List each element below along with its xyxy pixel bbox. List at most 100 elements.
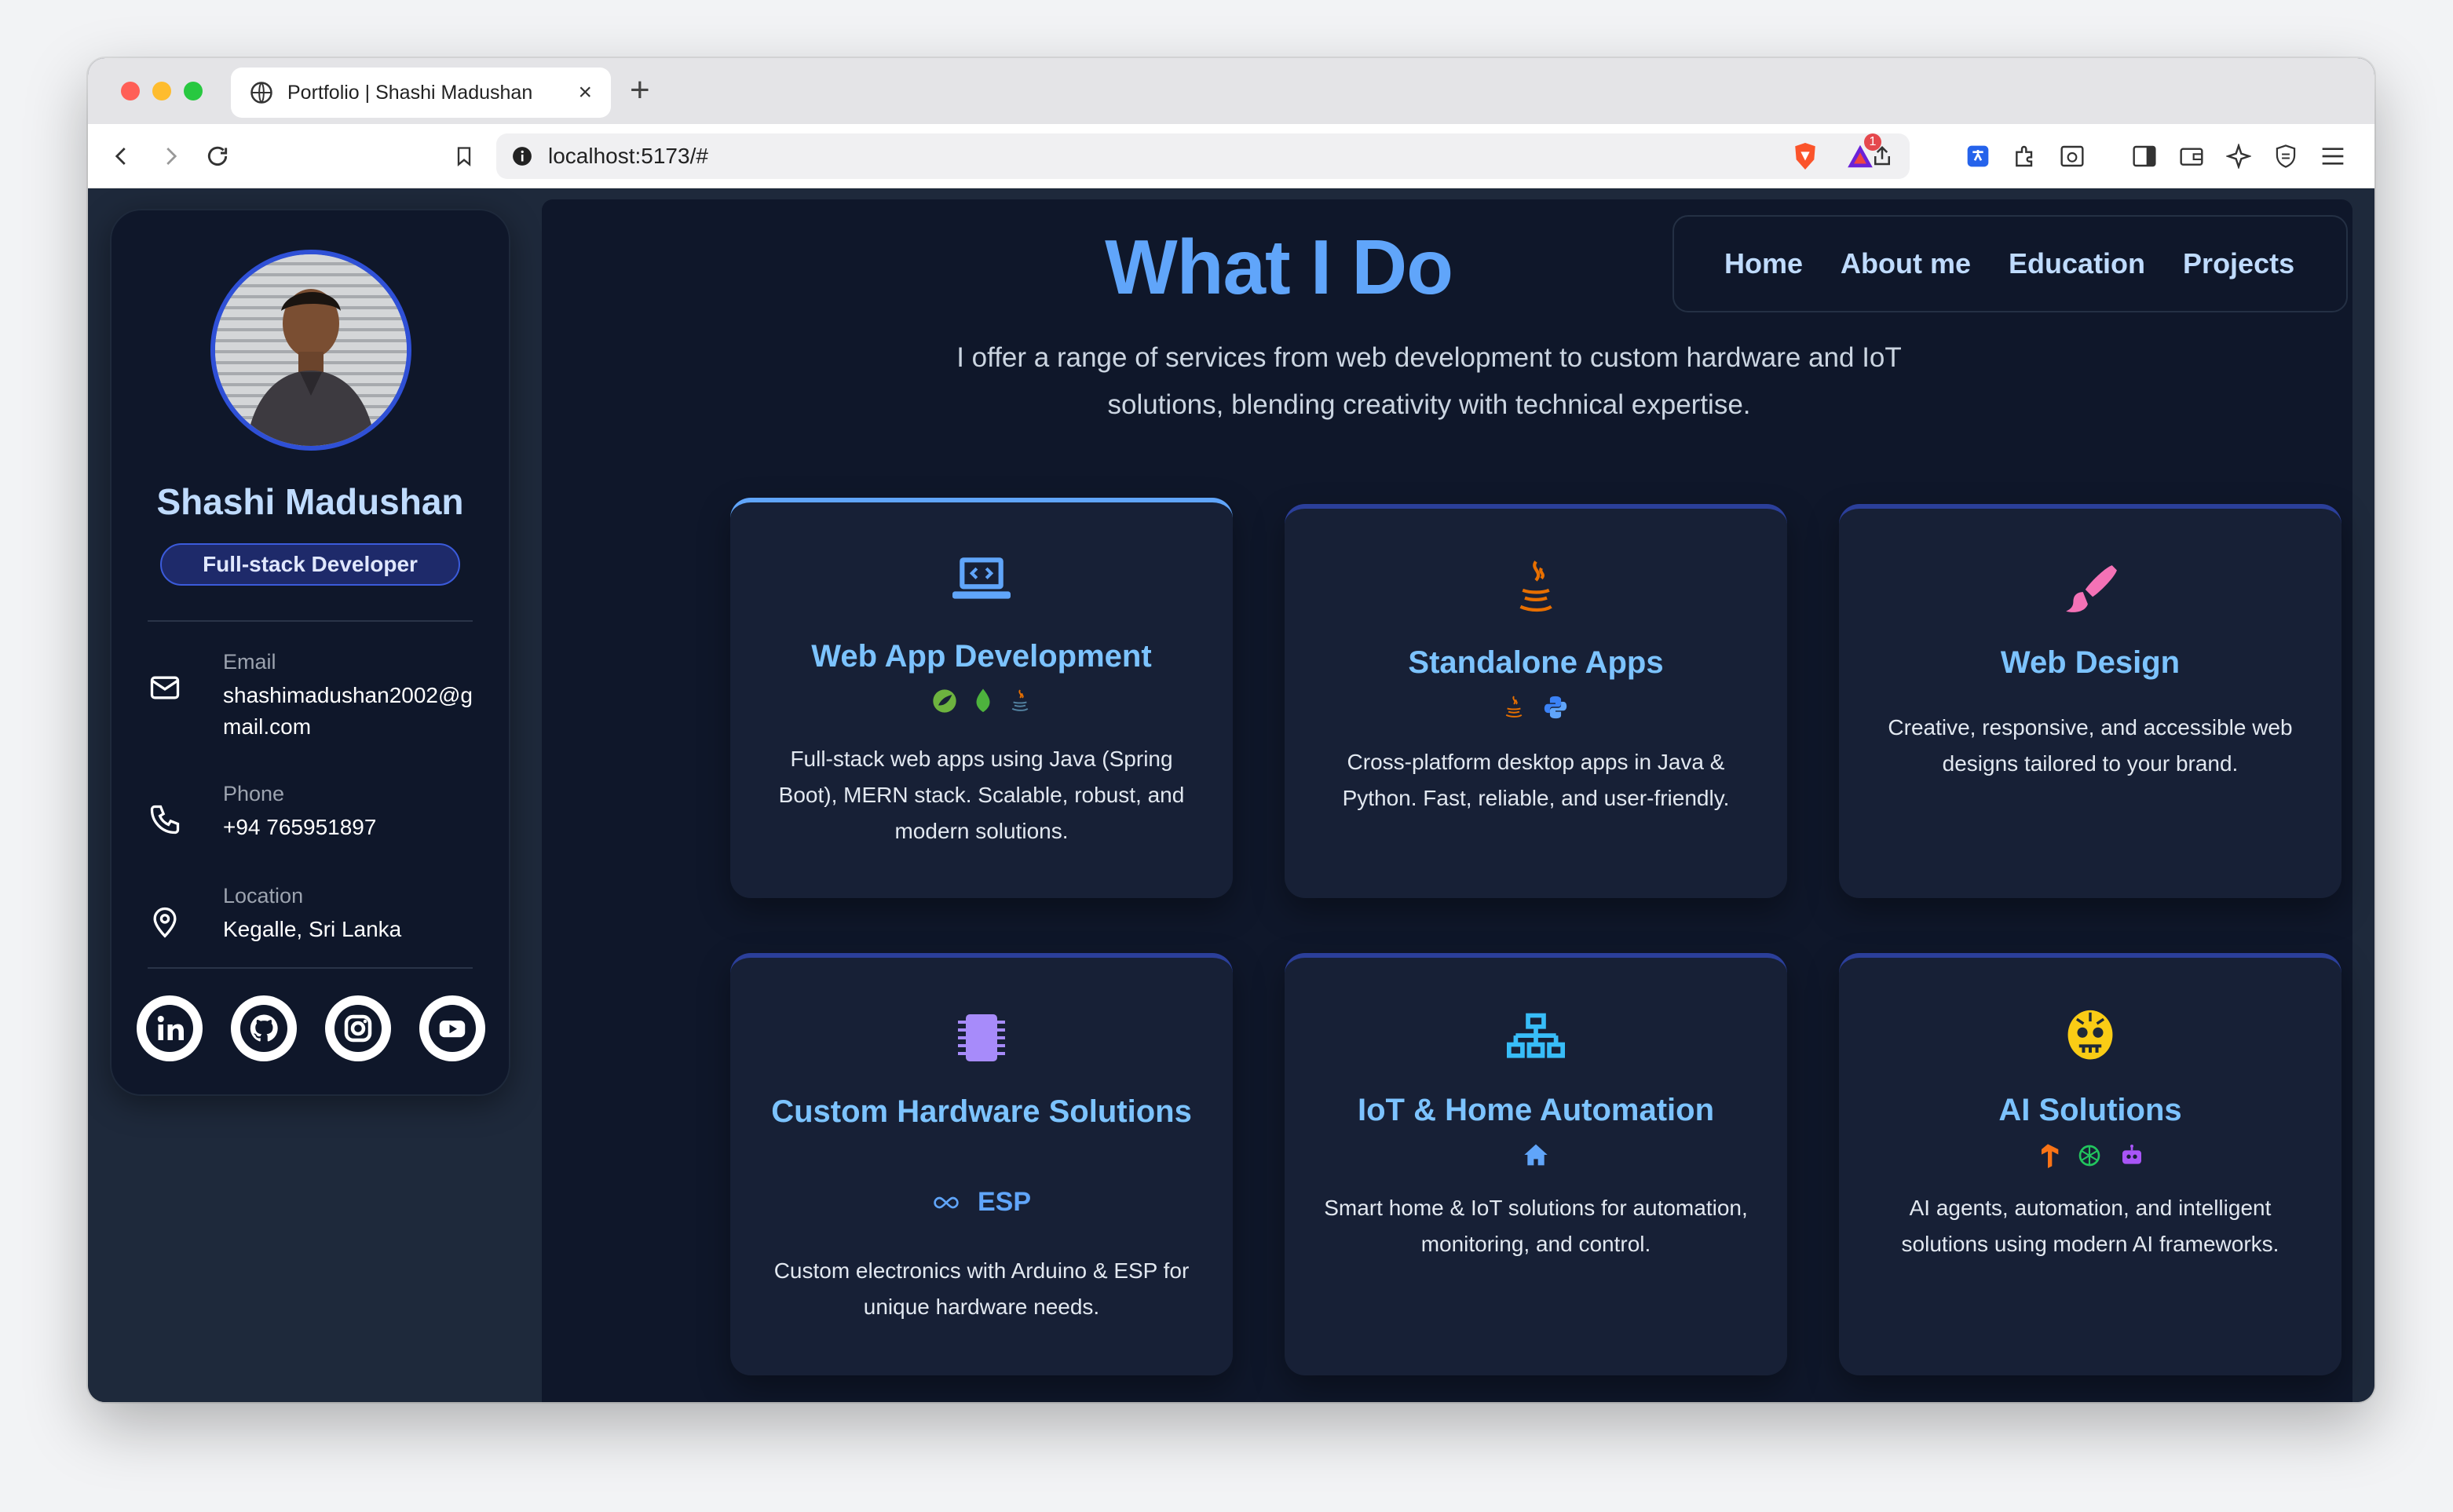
github-icon[interactable] [231,995,297,1061]
service-card[interactable]: IoT & Home Automation Smart home & IoT s… [1285,953,1787,1375]
wallet-icon[interactable] [2173,138,2210,174]
java-icon [1011,689,1029,711]
service-card[interactable]: Web Design Creative, responsive, and acc… [1839,504,2342,898]
brave-rewards-icon[interactable]: 1 [1842,133,1881,174]
contact-phone: Phone +94 765951897 [148,782,477,845]
card-description: Creative, responsive, and accessible web… [1888,715,2293,776]
service-card[interactable]: Web App Development Full-stack web apps … [730,498,1233,898]
network-icon [1285,1013,1787,1063]
location-label: Location [223,884,304,908]
site-info-icon[interactable] [512,146,532,166]
browser-tab[interactable]: Portfolio | Shashi Madushan × [231,68,611,118]
python-icon [1544,696,1567,719]
openai-icon [2078,1145,2100,1167]
service-card[interactable]: Standalone Apps Cross-platform desktop a… [1285,504,1787,898]
url-text: localhost:5173/# [548,144,708,168]
nav-projects[interactable]: Projects [2183,247,2294,280]
reader-mode-icon[interactable] [2054,138,2090,174]
card-description: Cross-platform desktop apps in Java & Py… [1342,750,1730,810]
back-icon[interactable] [104,138,140,174]
leo-ai-icon[interactable] [2221,138,2257,174]
globe-icon [250,82,272,104]
intro-text: I offer a range of services from web dev… [956,342,1902,420]
minimize-window-button[interactable] [152,82,171,100]
service-card[interactable]: AI Solutions AI agents, automation, and … [1839,953,2342,1375]
reload-icon[interactable] [199,138,236,174]
phone-label: Phone [223,782,285,805]
card-description: Smart home & IoT solutions for automatio… [1324,1196,1748,1256]
robot-icon [2122,1145,2141,1164]
laptop-code-icon [730,554,1233,604]
card-title: Custom Hardware Solutions [771,1094,1192,1129]
spring-icon [933,689,956,713]
tab-title: Portfolio | Shashi Madushan [287,81,533,104]
tech-tags: ESP [730,1187,1233,1218]
card-title: AI Solutions [1998,1093,2182,1127]
service-card[interactable]: Custom Hardware Solutions ESP Custom ele… [730,953,1233,1375]
card-description: AI agents, automation, and intelligent s… [1901,1196,2279,1256]
address-bar[interactable]: localhost:5173/# [496,133,1910,179]
card-title: IoT & Home Automation [1357,1093,1715,1127]
browser-toolbar: localhost:5173/# 1 [88,124,2374,188]
nav-education[interactable]: Education [2009,247,2145,280]
linkedin-icon[interactable] [137,995,203,1061]
divider [148,967,473,969]
mail-icon [150,676,180,699]
tech-tags [1285,694,1787,721]
chip-icon [730,1006,1233,1069]
tech-tags [1839,1143,2342,1168]
nav-home[interactable]: Home [1724,247,1803,280]
paint-brush-icon [1839,561,2342,619]
home-icon [1524,1144,1548,1166]
nav-about-me[interactable]: About me [1841,247,1971,280]
contact-email: Email shashimadushan2002@gmail.com [148,650,477,744]
card-description: Custom electronics with Arduino & ESP fo… [773,1258,1190,1319]
esp-label: ESP [977,1187,1032,1217]
tech-tags [730,688,1233,714]
card-title: Standalone Apps [1408,645,1664,680]
profile-sidebar: Shashi Madushan Full-stack Developer Ema… [110,209,510,1096]
mongodb-icon [976,688,990,713]
vpn-shield-icon[interactable] [2268,138,2304,174]
divider [148,620,473,622]
main-panel: What I Do Home About me Education Projec… [542,199,2352,1402]
email-value[interactable]: shashimadushan2002@gmail.com [223,680,474,743]
new-tab-button[interactable]: + [630,71,650,110]
tensorflow-icon [2042,1144,2059,1168]
java-icon [1285,559,1787,617]
tab-bar: Portfolio | Shashi Madushan × + [88,58,2374,124]
page: Shashi Madushan Full-stack Developer Ema… [88,188,2374,1402]
arduino-icon [934,1196,959,1208]
youtube-icon[interactable] [419,995,485,1061]
brave-shield-icon[interactable] [1787,138,1823,174]
email-label: Email [223,650,276,674]
bookmark-icon[interactable] [446,138,482,174]
avatar [210,250,411,451]
card-title: Web App Development [811,639,1152,674]
translate-extension-icon[interactable] [1960,138,1996,174]
location-pin-icon [153,907,177,938]
card-description: Full-stack web apps using Java (Spring B… [778,747,1185,843]
zoom-window-button[interactable] [184,82,203,100]
ai-brain-icon [1839,1008,2342,1066]
tech-tags [1285,1143,1787,1167]
instagram-icon[interactable] [325,995,391,1061]
location-value: Kegalle, Sri Lanka [223,917,402,941]
top-nav: Home About me Education Projects [1672,215,2348,312]
close-window-button[interactable] [121,82,140,100]
contact-location: Location Kegalle, Sri Lanka [148,884,477,947]
extensions-icon[interactable] [2007,138,2043,174]
forward-icon[interactable] [152,138,188,174]
java-icon [1505,696,1523,718]
browser-window: Portfolio | Shashi Madushan × + localhos… [88,58,2374,1402]
tab-close-icon[interactable]: × [578,79,592,106]
sidebar-toggle-icon[interactable] [2126,138,2162,174]
menu-icon[interactable] [2315,138,2351,174]
section-heading: What I Do [1105,224,1453,310]
phone-value[interactable]: +94 765951897 [223,812,474,843]
role-badge: Full-stack Developer [160,543,460,586]
card-title: Web Design [2000,645,2181,680]
notification-badge: 1 [1864,133,1881,151]
phone-icon [150,805,180,835]
profile-name: Shashi Madushan [156,481,464,522]
